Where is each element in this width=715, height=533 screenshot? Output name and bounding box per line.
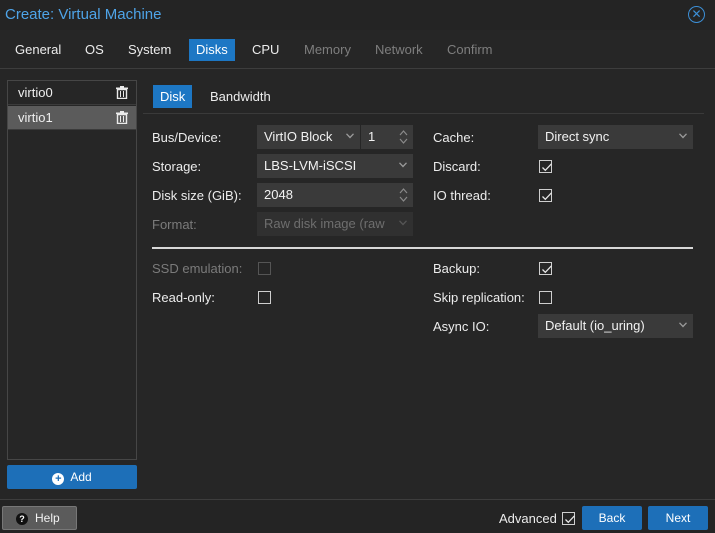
disk-size-label: Disk size (GiB): [152, 188, 242, 203]
add-icon: + [52, 473, 65, 485]
dialog-title: Create: Virtual Machine [5, 6, 162, 23]
trash-icon[interactable] [116, 111, 128, 124]
dialog-footer: ? Help Advanced Back Next [0, 499, 715, 533]
format-select: Raw disk image (raw [257, 212, 413, 236]
format-value: Raw disk image (raw [264, 216, 385, 231]
tab-system[interactable]: System [121, 39, 178, 61]
io-thread-label: IO thread: [433, 188, 491, 203]
disk-size-value: 2048 [264, 187, 293, 202]
question-icon: ? [16, 513, 28, 525]
wizard-tabs: General OS System Disks CPU Memory Netwo… [0, 30, 715, 69]
tab-disks[interactable]: Disks [189, 39, 235, 61]
backup-checkbox[interactable] [539, 262, 552, 275]
check-icon [565, 515, 575, 524]
disk-label: virtio1 [18, 110, 53, 125]
chevron-down-icon [399, 162, 407, 168]
tab-memory: Memory [304, 42, 351, 57]
backup-label: Backup: [433, 261, 480, 276]
help-label: Help [35, 511, 60, 525]
disk-subtabs: Disk Bandwidth [143, 80, 704, 114]
tab-cpu[interactable]: CPU [245, 39, 286, 61]
chevron-down-icon [679, 322, 687, 328]
storage-label: Storage: [152, 159, 202, 174]
disk-label: virtio0 [18, 85, 53, 100]
disk-list: virtio0 virtio1 [7, 80, 137, 460]
check-icon [542, 163, 552, 172]
cache-label: Cache: [433, 130, 475, 145]
io-thread-checkbox[interactable] [539, 189, 552, 202]
async-io-value: Default (io_uring) [545, 318, 645, 333]
title-bar: Create: Virtual Machine ✕ [0, 0, 715, 30]
storage-select[interactable]: LBS-LVM-iSCSI [257, 154, 413, 178]
add-disk-button[interactable]: + Add [7, 465, 137, 489]
format-label: Format: [152, 217, 197, 232]
ssd-emulation-label: SSD emulation: [152, 261, 243, 276]
check-icon [542, 265, 552, 274]
add-label: Add [70, 470, 92, 484]
discard-checkbox[interactable] [539, 160, 552, 173]
bus-device-label: Bus/Device: [152, 130, 222, 145]
chevron-down-icon [679, 133, 687, 139]
trash-icon[interactable] [116, 86, 128, 99]
tab-confirm: Confirm [447, 42, 493, 57]
device-value: 1 [368, 129, 376, 144]
chevron-down-icon [346, 133, 354, 139]
subtab-disk[interactable]: Disk [153, 85, 193, 108]
tab-network: Network [375, 42, 423, 57]
bus-select[interactable]: VirtIO Block [257, 125, 360, 149]
chevron-down-icon [399, 220, 407, 226]
storage-value: LBS-LVM-iSCSI [264, 158, 357, 173]
tab-general[interactable]: General [8, 39, 68, 61]
help-button[interactable]: ? Help [2, 506, 77, 530]
subtab-bandwidth[interactable]: Bandwidth [203, 85, 278, 108]
read-only-checkbox[interactable] [258, 291, 271, 304]
check-icon [542, 192, 552, 201]
async-io-select[interactable]: Default (io_uring) [538, 314, 693, 338]
spinner-icon[interactable] [399, 129, 408, 145]
async-io-label: Async IO: [433, 319, 490, 334]
ssd-emulation-checkbox [258, 262, 271, 275]
cache-value: Direct sync [545, 129, 610, 144]
close-icon[interactable]: ✕ [688, 6, 705, 23]
disk-list-item-virtio1[interactable]: virtio1 [8, 106, 136, 130]
skip-replication-label: Skip replication: [433, 290, 525, 305]
disk-size-input[interactable]: 2048 [257, 183, 413, 207]
bus-value: VirtIO Block [264, 129, 333, 144]
spinner-icon[interactable] [399, 187, 408, 203]
skip-replication-checkbox[interactable] [539, 291, 552, 304]
cache-select[interactable]: Direct sync [538, 125, 693, 149]
advanced-divider [152, 247, 693, 249]
advanced-checkbox[interactable] [562, 512, 575, 525]
discard-label: Discard: [433, 159, 481, 174]
next-button[interactable]: Next [648, 506, 708, 530]
create-vm-dialog: Create: Virtual Machine ✕ General OS Sys… [0, 0, 715, 533]
read-only-label: Read-only: [152, 290, 215, 305]
tab-os[interactable]: OS [78, 39, 111, 61]
disks-panel: virtio0 virtio1 + Add Disk Bandwidth Bus… [0, 69, 715, 499]
disk-list-item-virtio0[interactable]: virtio0 [8, 81, 136, 105]
back-button[interactable]: Back [582, 506, 642, 530]
device-number-input[interactable]: 1 [361, 125, 413, 149]
advanced-label: Advanced [499, 511, 557, 526]
